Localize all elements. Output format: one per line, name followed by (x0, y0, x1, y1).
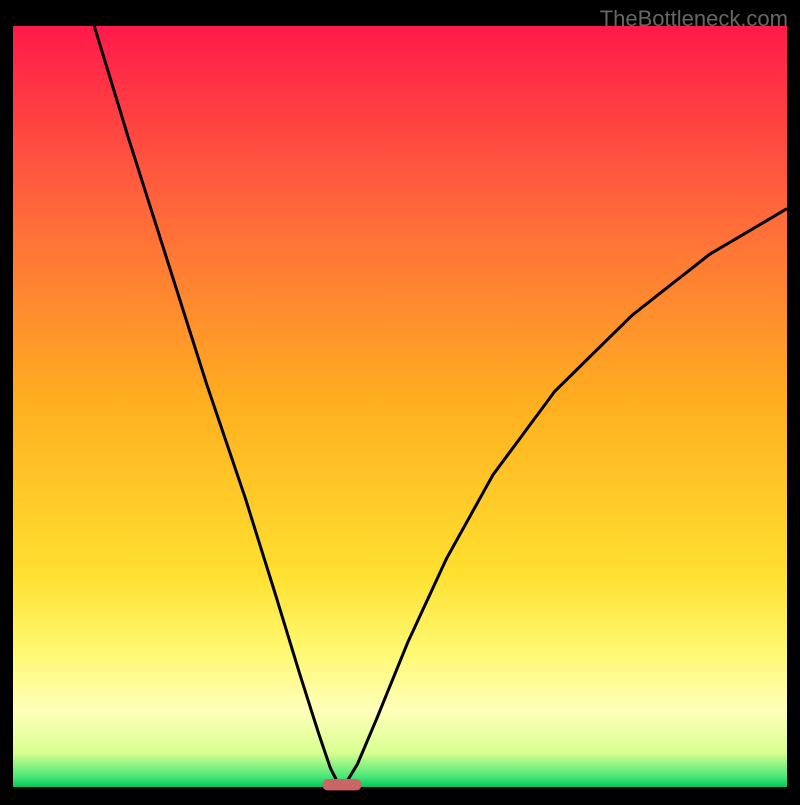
bottleneck-chart (0, 0, 800, 800)
watermark-text: TheBottleneck.com (600, 6, 788, 32)
optimal-marker (323, 779, 362, 790)
chart-svg (0, 0, 800, 800)
